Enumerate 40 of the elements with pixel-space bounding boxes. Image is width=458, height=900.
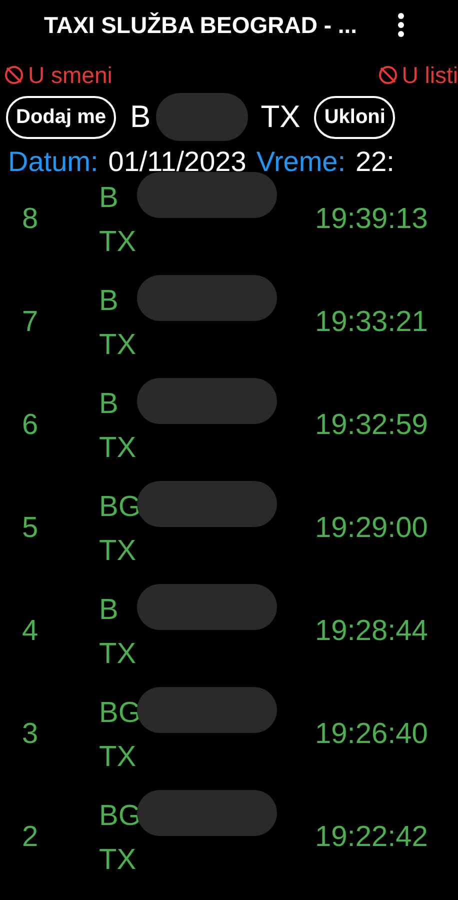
entry-time: 19:26:40 [315,718,428,751]
plate-prefix: B [99,182,118,214]
plate-suffix: TX [99,534,138,568]
plate-suffix: TX [99,224,138,260]
plate-prefix: B [99,284,118,316]
status-label: U smeni [28,62,112,88]
time-label: Vreme: [256,146,346,178]
entry-number: 7 [21,306,40,339]
plate-suffix: TX [99,636,138,672]
plate-prefix: B [99,594,118,626]
plate-prefix: BG [99,696,141,728]
plate-prefix: BG [99,800,141,832]
plate-suffix: TX [260,99,300,135]
entry-time: 19:28:44 [315,615,428,648]
time-value: 22: [356,146,394,178]
entry-number: 3 [21,718,40,751]
plate-prefix: B [130,99,151,135]
entry-number: 4 [21,615,40,648]
app-title: TAXI SLUŽBA BEOGRAD - ... [44,12,358,38]
entry-time: 19:32:59 [315,409,428,442]
entry-time: 19:22:42 [315,821,428,854]
plate-suffix: TX [99,430,138,466]
entry-number: 5 [21,512,40,545]
entry-number: 6 [21,409,40,442]
plate-prefix: BG [99,490,141,522]
plate-prefix: B [99,388,118,420]
entry-number: 8 [21,203,40,236]
plate-suffix: TX [99,740,138,774]
entry-time: 19:39:13 [315,203,428,236]
entry-time: 19:33:21 [315,306,428,339]
more-menu-icon[interactable] [397,12,406,38]
entry-time: 19:29:00 [315,512,428,545]
entry-number: 2 [21,821,40,854]
date-label: Datum: [8,146,98,178]
add-button[interactable]: Dodaj me [6,96,116,138]
plate-suffix: TX [99,842,138,878]
date-value: 01/11/2023 [108,146,246,178]
status-label: U listi [402,62,458,88]
plate-suffix: TX [99,328,138,362]
remove-button[interactable]: Ukloni [314,96,396,138]
